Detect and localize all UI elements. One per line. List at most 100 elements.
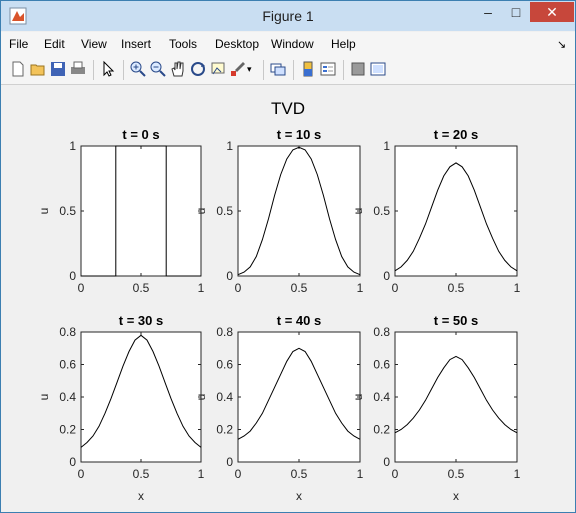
menu-file[interactable]: File: [9, 37, 28, 51]
x-tick-label: 1: [514, 467, 521, 481]
y-tick-label: 0.2: [59, 423, 76, 437]
subplot-4[interactable]: 0 0.5 1 0 0.2 0.4 0.6 0.8 t = 30 s u x: [37, 313, 205, 503]
y-tick-label: 0.6: [216, 358, 233, 372]
subplot-title: t = 40 s: [277, 313, 321, 328]
x-tick-label: 1: [514, 281, 521, 295]
menu-insert[interactable]: Insert: [121, 37, 151, 51]
show-plot-tools-icon[interactable]: [369, 60, 387, 78]
legend-icon[interactable]: [319, 60, 337, 78]
y-tick-label: 0: [226, 269, 233, 283]
menu-help[interactable]: Help: [331, 37, 356, 51]
minimize-button[interactable]: –: [474, 2, 502, 22]
x-tick-label: 0: [392, 281, 399, 295]
y-tick-label: 0.5: [59, 204, 76, 218]
x-tick-label: 0: [235, 281, 242, 295]
y-tick-label: 1: [383, 139, 390, 153]
x-tick-label: 0.5: [448, 467, 465, 481]
y-tick-label: 0: [383, 269, 390, 283]
y-tick-label: 0.8: [59, 325, 76, 339]
x-tick-label: 0.5: [291, 281, 308, 295]
print-icon[interactable]: [69, 60, 87, 78]
x-tick-label: 1: [198, 467, 205, 481]
subplot-title: t = 0 s: [122, 127, 159, 142]
pointer-icon[interactable]: [99, 60, 117, 78]
zoom-in-icon[interactable]: [129, 60, 147, 78]
y-tick-label: 0.8: [373, 325, 390, 339]
menu-desktop[interactable]: Desktop: [215, 37, 259, 51]
y-tick-label: 0: [383, 455, 390, 469]
subplot-grid: 0 0.5 1 0 0.5 1 t = 0 s u 0 0.5 1 0 0.5 1 t = 10 s u 0 0.…: [37, 127, 521, 503]
subplot-title: t = 10 s: [277, 127, 321, 142]
menu-tools[interactable]: Tools: [169, 37, 197, 51]
y-tick-label: 1: [226, 139, 233, 153]
close-button[interactable]: ✕: [530, 2, 574, 22]
menu-view[interactable]: View: [81, 37, 107, 51]
data-cursor-icon[interactable]: [209, 60, 227, 78]
subplot-5[interactable]: 0 0.5 1 0 0.2 0.4 0.6 0.8 t = 40 s u x: [194, 313, 364, 503]
new-figure-icon[interactable]: [9, 60, 27, 78]
brush-icon[interactable]: [229, 60, 247, 78]
dock-arrow-icon[interactable]: ↘: [557, 38, 566, 51]
x-tick-label: 0.5: [448, 281, 465, 295]
colorbar-icon[interactable]: [299, 60, 317, 78]
y-tick-label: 0.5: [216, 204, 233, 218]
x-tick-label: 0: [392, 467, 399, 481]
rotate-3d-icon[interactable]: [189, 60, 207, 78]
y-tick-label: 0: [226, 455, 233, 469]
toolbar-separator: [263, 60, 264, 80]
x-axis-label: x: [138, 489, 144, 503]
y-tick-label: 0.4: [59, 390, 76, 404]
toolbar-separator: [293, 60, 294, 80]
figure-window: Figure 1 – □ ✕ File Edit View Insert Too…: [0, 0, 576, 513]
subplot-title: t = 50 s: [434, 313, 478, 328]
subplot-title: t = 20 s: [434, 127, 478, 142]
y-tick-label: 0: [69, 269, 76, 283]
subplot-6[interactable]: 0 0.5 1 0 0.2 0.4 0.6 0.8 t = 50 s u x: [351, 313, 521, 503]
subplot-title: t = 30 s: [119, 313, 163, 328]
zoom-out-icon[interactable]: [149, 60, 167, 78]
y-tick-label: 1: [69, 139, 76, 153]
y-axis-label: u: [351, 208, 365, 215]
y-tick-label: 0: [69, 455, 76, 469]
axes-box: [237, 331, 361, 463]
figure-canvas[interactable]: TVD 0 0.5 1 0 0.5 1 t = 0 s u 0 0.5 1 0 0.5 1 t = 10 s…: [6, 87, 571, 509]
x-tick-label: 0.5: [133, 281, 150, 295]
axes-box: [80, 145, 202, 277]
y-tick-label: 0.6: [373, 358, 390, 372]
maximize-button[interactable]: □: [502, 2, 530, 22]
open-file-icon[interactable]: [29, 60, 47, 78]
axes-box: [394, 145, 518, 277]
x-tick-label: 1: [357, 467, 364, 481]
y-tick-label: 0.6: [59, 358, 76, 372]
x-tick-label: 0.5: [291, 467, 308, 481]
x-tick-label: 0: [235, 467, 242, 481]
x-tick-label: 1: [357, 281, 364, 295]
subplot-3[interactable]: 0 0.5 1 0 0.5 1 t = 20 s u: [351, 127, 521, 295]
y-axis-label: u: [194, 394, 208, 401]
x-axis-label: x: [296, 489, 302, 503]
link-plot-icon[interactable]: [269, 60, 287, 78]
y-tick-label: 0.4: [373, 390, 390, 404]
x-tick-label: 1: [198, 281, 205, 295]
axes-box: [394, 331, 518, 463]
x-tick-label: 0: [78, 281, 85, 295]
pan-hand-icon[interactable]: [169, 60, 187, 78]
y-tick-label: 0.4: [216, 390, 233, 404]
y-axis-label: u: [351, 394, 365, 401]
toolbar: ▾: [1, 56, 575, 85]
subplot-1[interactable]: 0 0.5 1 0 0.5 1 t = 0 s u: [37, 127, 205, 295]
y-axis-label: u: [37, 208, 51, 215]
y-tick-label: 0.5: [373, 204, 390, 218]
menu-bar: File Edit View Insert Tools Desktop Wind…: [1, 32, 575, 56]
menu-edit[interactable]: Edit: [44, 37, 65, 51]
y-axis-label: u: [194, 208, 208, 215]
menu-window[interactable]: Window: [271, 37, 314, 51]
save-icon[interactable]: [49, 60, 67, 78]
figure-title: TVD: [271, 99, 305, 118]
hide-plot-tools-icon[interactable]: [349, 60, 367, 78]
x-axis-label: x: [453, 489, 459, 503]
subplot-2[interactable]: 0 0.5 1 0 0.5 1 t = 10 s u: [194, 127, 364, 295]
y-tick-label: 0.8: [216, 325, 233, 339]
title-bar[interactable]: Figure 1 – □ ✕: [1, 1, 575, 31]
toolbar-separator: [123, 60, 124, 80]
